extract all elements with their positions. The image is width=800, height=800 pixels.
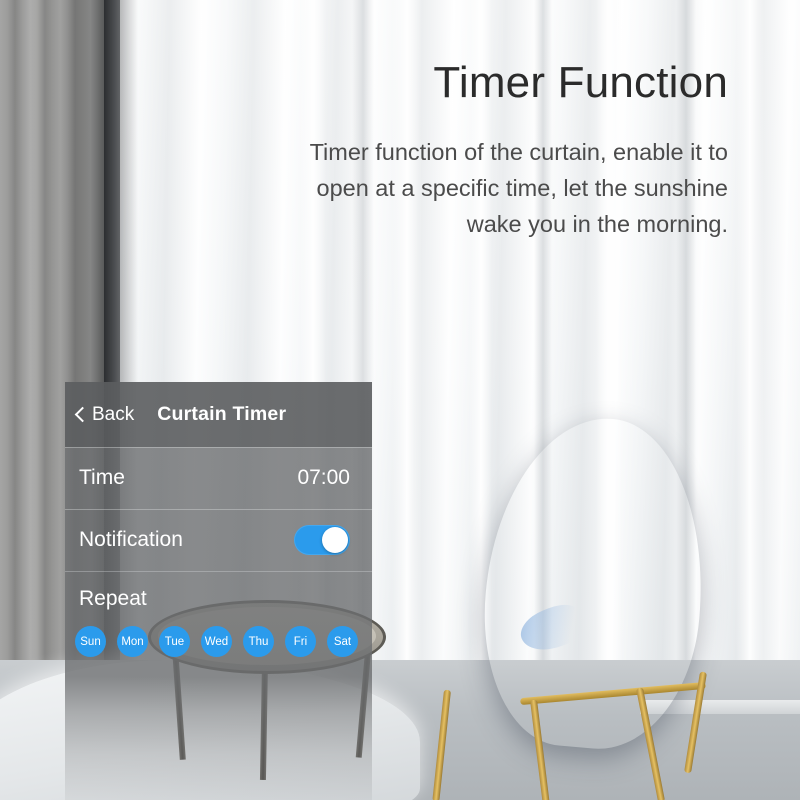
back-button[interactable]: Back [74,403,135,426]
back-button-label: Back [92,403,135,425]
panel-title: Curtain Timer [157,403,287,425]
time-row-label: Time [79,466,125,489]
day-chip-wed[interactable]: Wed [201,626,232,657]
time-row[interactable]: Time 07:00 [65,447,372,509]
day-chip-thu[interactable]: Thu [243,626,274,657]
panel-header: Back Curtain Timer [65,382,372,447]
day-chip-fri[interactable]: Fri [285,626,316,657]
day-chip-sat[interactable]: Sat [327,626,358,657]
toggle-knob [322,527,348,553]
day-chip-sun[interactable]: Sun [75,626,106,657]
day-chip-mon[interactable]: Mon [117,626,148,657]
time-row-value: 07:00 [297,466,350,489]
marketing-copy: Timer Function Timer function of the cur… [308,58,728,242]
chevron-left-icon [74,406,91,423]
repeat-row-label: Repeat [79,586,147,610]
repeat-day-selector[interactable]: Sun Mon Tue Wed Thu Fri Sat [65,626,372,657]
curtain-timer-panel: Back Curtain Timer Time 07:00 Notificati… [65,382,372,800]
notification-toggle[interactable] [294,525,350,555]
repeat-row[interactable]: Repeat [65,571,372,626]
page-title: Timer Function [433,58,728,107]
notification-row[interactable]: Notification [65,509,372,571]
day-chip-tue[interactable]: Tue [159,626,190,657]
notification-row-label: Notification [79,528,183,551]
marketing-description: Timer function of the curtain, enable it… [309,139,728,237]
